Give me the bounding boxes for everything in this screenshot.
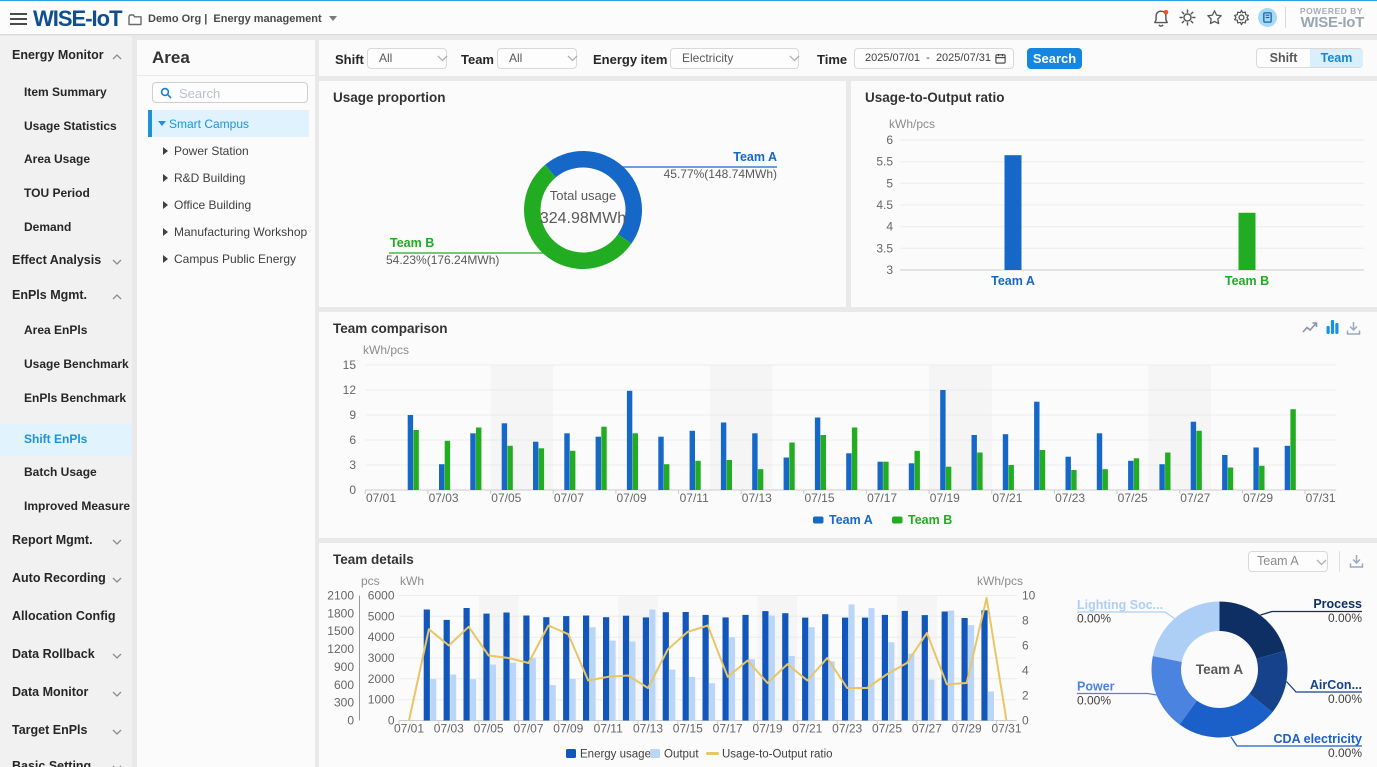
- svg-text:2100: 2100: [327, 589, 354, 603]
- svg-text:0.00%: 0.00%: [1328, 611, 1362, 625]
- svg-text:07/19: 07/19: [930, 491, 960, 505]
- svg-text:07/07: 07/07: [554, 491, 584, 505]
- svg-text:07/03: 07/03: [429, 491, 459, 505]
- svg-text:CDA electricity: CDA electricity: [1274, 732, 1363, 746]
- svg-text:3.5: 3.5: [876, 241, 893, 255]
- svg-text:9: 9: [349, 408, 356, 422]
- svg-text:4.5: 4.5: [876, 198, 893, 212]
- svg-text:Team B: Team B: [1225, 274, 1269, 288]
- svg-text:45.77%(148.74MWh): 45.77%(148.74MWh): [664, 167, 777, 181]
- svg-text:07/31: 07/31: [1306, 491, 1336, 505]
- svg-text:Energy usage: Energy usage: [580, 749, 651, 761]
- svg-text:Team A: Team A: [1196, 662, 1244, 677]
- svg-text:07/29: 07/29: [1243, 491, 1273, 505]
- svg-text:Power: Power: [1077, 680, 1115, 694]
- svg-text:3: 3: [886, 263, 893, 277]
- svg-text:Process: Process: [1313, 597, 1362, 611]
- svg-text:Team A: Team A: [829, 513, 873, 527]
- svg-text:6: 6: [1022, 639, 1029, 653]
- svg-text:07/05: 07/05: [491, 491, 521, 505]
- svg-text:2: 2: [1022, 689, 1029, 703]
- svg-text:4000: 4000: [368, 630, 395, 644]
- svg-text:kWh/pcs: kWh/pcs: [977, 574, 1023, 588]
- svg-text:0.00%: 0.00%: [1077, 612, 1111, 626]
- svg-text:300: 300: [334, 696, 354, 710]
- svg-text:0.00%: 0.00%: [1077, 694, 1111, 708]
- svg-text:Team A: Team A: [733, 150, 777, 164]
- svg-text:4: 4: [886, 220, 893, 234]
- svg-text:Total usage: Total usage: [550, 188, 617, 203]
- svg-text:1200: 1200: [327, 642, 354, 656]
- svg-text:0: 0: [347, 714, 354, 728]
- svg-text:07/15: 07/15: [804, 491, 834, 505]
- svg-text:Team B: Team B: [908, 513, 952, 527]
- svg-text:0: 0: [349, 483, 356, 497]
- svg-text:0: 0: [1022, 714, 1029, 728]
- svg-text:4: 4: [1022, 664, 1029, 678]
- svg-text:15: 15: [343, 358, 357, 372]
- svg-text:12: 12: [343, 383, 357, 397]
- svg-text:10: 10: [1022, 589, 1036, 603]
- svg-text:07/09: 07/09: [553, 722, 583, 736]
- svg-text:1500: 1500: [327, 624, 354, 638]
- svg-text:07/25: 07/25: [1118, 491, 1148, 505]
- svg-text:2000: 2000: [368, 672, 395, 686]
- svg-text:Lighting Soc...: Lighting Soc...: [1077, 598, 1163, 612]
- svg-text:kWh: kWh: [400, 574, 424, 588]
- svg-text:07/15: 07/15: [673, 722, 703, 736]
- svg-text:kWh/pcs: kWh/pcs: [363, 343, 409, 357]
- svg-text:07/11: 07/11: [680, 491, 709, 505]
- svg-text:07/31: 07/31: [991, 722, 1021, 736]
- svg-text:07/13: 07/13: [742, 491, 772, 505]
- svg-text:5000: 5000: [368, 609, 395, 623]
- svg-text:900: 900: [334, 660, 354, 674]
- svg-text:07/21: 07/21: [992, 491, 1022, 505]
- svg-text:pcs: pcs: [361, 574, 380, 588]
- svg-text:07/05: 07/05: [474, 722, 504, 736]
- svg-text:5: 5: [886, 176, 893, 190]
- svg-text:0.00%: 0.00%: [1328, 746, 1362, 760]
- svg-text:54.23%(176.24MWh): 54.23%(176.24MWh): [386, 253, 499, 267]
- svg-text:8: 8: [1022, 614, 1029, 628]
- svg-text:07/25: 07/25: [872, 722, 902, 736]
- svg-text:07/01: 07/01: [366, 491, 396, 505]
- svg-text:600: 600: [334, 678, 354, 692]
- svg-text:324.98MWh: 324.98MWh: [540, 210, 626, 227]
- svg-text:07/23: 07/23: [1055, 491, 1085, 505]
- svg-text:Output: Output: [664, 749, 699, 761]
- svg-text:6: 6: [886, 133, 893, 147]
- svg-text:kWh/pcs: kWh/pcs: [889, 117, 935, 131]
- svg-text:AirCon...: AirCon...: [1310, 678, 1362, 692]
- svg-text:3000: 3000: [368, 651, 395, 665]
- svg-text:Team A: Team A: [991, 274, 1035, 288]
- svg-text:07/21: 07/21: [792, 722, 822, 736]
- svg-text:3: 3: [349, 458, 356, 472]
- svg-text:07/09: 07/09: [616, 491, 646, 505]
- svg-text:1000: 1000: [368, 693, 395, 707]
- svg-text:07/17: 07/17: [867, 491, 897, 505]
- svg-text:07/27: 07/27: [1180, 491, 1210, 505]
- svg-text:6000: 6000: [368, 589, 395, 603]
- svg-text:5.5: 5.5: [876, 155, 893, 169]
- svg-text:1800: 1800: [327, 606, 354, 620]
- svg-text:Team B: Team B: [390, 236, 434, 250]
- svg-text:6: 6: [349, 433, 356, 447]
- svg-text:Usage-to-Output ratio: Usage-to-Output ratio: [722, 749, 833, 761]
- svg-text:0.00%: 0.00%: [1328, 692, 1362, 706]
